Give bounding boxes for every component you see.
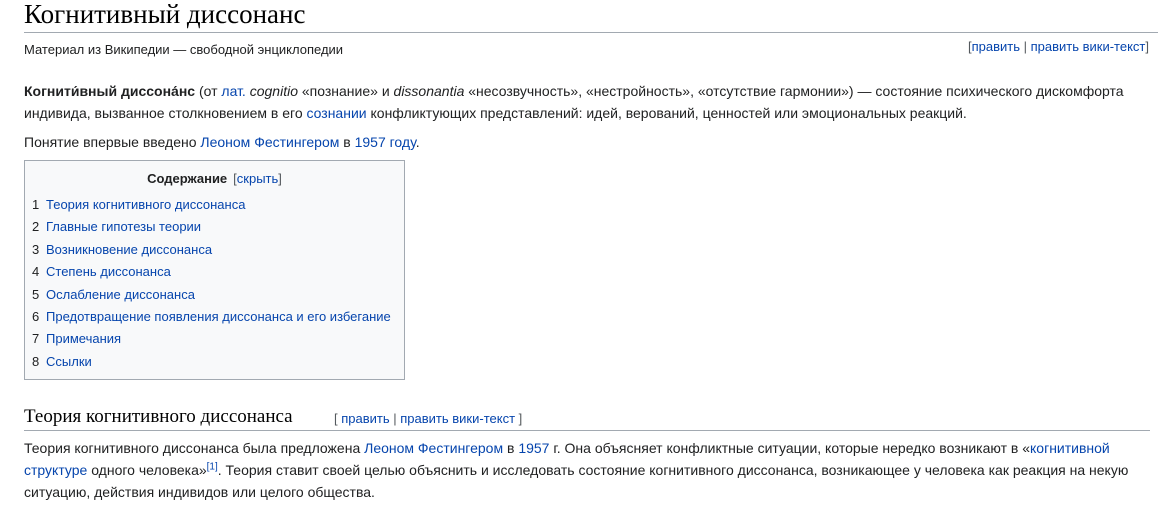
text-run: . xyxy=(415,134,420,150)
section-divider xyxy=(24,430,1150,431)
toc-item: 6 Предотвращение появления диссонанса и е… xyxy=(32,306,391,328)
toc-item: 7 Примечания xyxy=(32,328,391,350)
toc-title: Содержание xyxy=(147,171,228,186)
text-run: в xyxy=(503,440,519,456)
bracket-close: ] xyxy=(278,171,282,186)
text-run: г. Она объясняет конфликтные ситуации, к… xyxy=(549,440,1031,456)
article-term: Когнити́вный диссона́нс xyxy=(24,83,196,99)
article-page: Когнитивный диссонанс Материал из Википе… xyxy=(0,0,1158,510)
bracket-close: ] xyxy=(1145,39,1149,54)
toc-header: Содержание [скрыть] xyxy=(25,170,404,187)
intro-paragraph: Когнити́вный диссона́нс (от лат. cogniti… xyxy=(24,80,1144,124)
toc-toggle: [скрыть] xyxy=(233,171,282,186)
toc-item-link[interactable]: Ослабление диссонанса xyxy=(46,287,195,302)
toc-item-number: 7 xyxy=(32,331,40,347)
page-edit-links: [править | править вики-текст] xyxy=(968,38,1149,55)
edit-separator: | xyxy=(389,411,401,426)
bracket-close: ] xyxy=(515,411,523,426)
year-1957-link[interactable]: 1957 году xyxy=(355,134,416,150)
toc-item-number: 1 xyxy=(32,197,40,212)
toc-item: 5 Ослабление диссонанса xyxy=(32,284,391,306)
edit-separator: | xyxy=(1019,39,1031,54)
table-of-contents: Содержание [скрыть] 1 Теория когнитивного … xyxy=(24,160,405,380)
reference-link[interactable]: [1] xyxy=(207,461,218,472)
festinger-link[interactable]: Леоном Фестингером xyxy=(364,440,503,456)
toc-item: 3 Возникновение диссонанса xyxy=(32,239,391,261)
toc-item-number: 4 xyxy=(32,264,40,280)
festinger-link[interactable]: Леоном Фестингером xyxy=(200,134,339,150)
edit-link[interactable]: править xyxy=(972,39,1020,54)
toc-item: 1 Теория когнитивного диссонанса xyxy=(32,194,391,216)
toc-item: 8 Ссылки xyxy=(32,351,391,373)
toc-item-number: 6 xyxy=(32,309,40,325)
section-paragraph: Теория когнитивного диссонанса была пред… xyxy=(24,437,1144,503)
toc-item-number: 3 xyxy=(32,241,40,257)
site-tagline: Материал из Википедии — свободной энцикл… xyxy=(24,42,344,57)
section-heading: Теория когнитивного диссонанса xyxy=(24,406,293,427)
toc-item-link[interactable]: Возникновение диссонанса xyxy=(46,242,212,257)
toc-hide-link[interactable]: скрыть xyxy=(237,171,279,186)
toc-item: 2 Главные гипотезы теории xyxy=(32,216,391,238)
consciousness-link[interactable]: сознании xyxy=(307,105,367,121)
latin-word-cognitio: cognitio xyxy=(249,83,298,99)
section-edit-source-link[interactable]: править вики-текст xyxy=(400,411,515,426)
title-divider xyxy=(24,32,1158,33)
text-run: в xyxy=(339,134,355,150)
section-edit-links: [ править | править вики-текст ] xyxy=(334,410,522,427)
text-run: (от xyxy=(195,83,222,99)
text-run: «познание» и xyxy=(297,83,394,99)
intro-second-paragraph: Понятие впервые введено Леоном Фестингер… xyxy=(24,131,1144,153)
toc-item-link[interactable]: Теория когнитивного диссонанса xyxy=(46,197,245,212)
toc-item-number: 5 xyxy=(32,286,40,302)
toc-item-number: 2 xyxy=(32,219,40,235)
toc-item-number: 8 xyxy=(32,353,40,369)
toc-list: 1 Теория когнитивного диссонанса 2 Главные… xyxy=(32,194,391,373)
toc-item-link[interactable]: Ссылки xyxy=(46,354,92,369)
toc-item-link[interactable]: Главные гипотезы теории xyxy=(46,219,201,234)
latin-link[interactable]: лат. xyxy=(221,83,245,99)
text-run: Теория когнитивного диссонанса была пред… xyxy=(24,440,365,456)
latin-word-dissonantia: dissonantia xyxy=(393,83,465,99)
page-title: Когнитивный диссонанс xyxy=(24,0,306,29)
toc-item: 4 Степень диссонанса xyxy=(32,261,391,283)
text-run: Понятие впервые введено xyxy=(24,134,201,150)
toc-item-link[interactable]: Примечания xyxy=(46,331,121,346)
text-run: одного человека» xyxy=(87,462,207,478)
edit-source-link[interactable]: править вики-текст xyxy=(1031,39,1146,54)
section-edit-link[interactable]: править xyxy=(341,411,389,426)
toc-item-link[interactable]: Степень диссонанса xyxy=(46,264,171,279)
year-link[interactable]: 1957 xyxy=(518,440,549,456)
text-run: конфликтующих представлений: идей, веров… xyxy=(366,105,967,121)
toc-item-link[interactable]: Предотвращение появления диссонанса и ег… xyxy=(46,309,391,324)
